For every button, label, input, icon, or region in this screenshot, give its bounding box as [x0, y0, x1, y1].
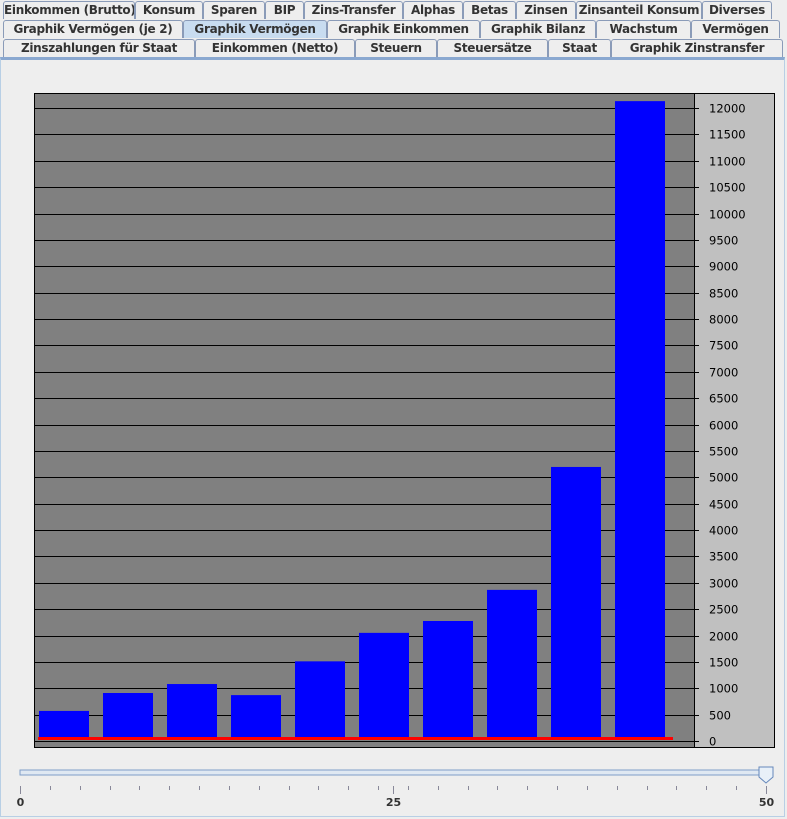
- slider-label: 50: [759, 796, 775, 809]
- bar: [359, 632, 409, 738]
- y-tick-label: 9500: [709, 234, 738, 248]
- bar: [231, 695, 281, 738]
- bar: [487, 589, 537, 738]
- y-tick-label: 7000: [709, 366, 738, 380]
- y-tick-label: 6500: [709, 392, 738, 406]
- y-tick-label: 2000: [709, 630, 738, 644]
- y-tick-label: 11500: [709, 128, 746, 142]
- y-tick-label: 3500: [709, 550, 738, 564]
- y-tick-label: 8000: [709, 313, 738, 327]
- bar: [615, 101, 665, 738]
- slider-label: 0: [17, 796, 25, 809]
- baseline-line: [38, 737, 673, 740]
- slider-track[interactable]: [19, 769, 767, 776]
- y-tick-label: 12000: [709, 102, 746, 116]
- y-tick-label: 4500: [709, 498, 738, 512]
- y-tick-label: 1000: [709, 682, 738, 696]
- slider-thumb[interactable]: [758, 766, 774, 784]
- bar: [423, 620, 473, 738]
- y-tick-label: 5500: [709, 445, 738, 459]
- bar: [167, 684, 217, 738]
- y-tick-label: 4000: [709, 524, 738, 538]
- y-tick-label: 5000: [709, 471, 738, 485]
- slider-label: 25: [386, 796, 401, 809]
- y-tick-label: 10000: [709, 208, 746, 222]
- bar: [103, 692, 153, 738]
- y-tick-label: 3000: [709, 577, 738, 591]
- bar: [551, 466, 601, 738]
- y-tick-label: 10500: [709, 181, 746, 195]
- y-tick-label: 0: [709, 735, 716, 749]
- y-tick-label: 9000: [709, 260, 738, 274]
- bar: [39, 710, 89, 738]
- y-tick-label: 11000: [709, 155, 746, 169]
- y-tick-label: 6000: [709, 419, 738, 433]
- y-tick-label: 1500: [709, 656, 738, 670]
- y-tick-label: 7500: [709, 339, 738, 353]
- y-tick-label: 500: [709, 709, 731, 723]
- y-tick-label: 8500: [709, 287, 738, 301]
- bar: [295, 661, 345, 738]
- y-tick-label: 2500: [709, 603, 738, 617]
- bar-chart: 0500100015002000250030003500400045005000…: [17, 93, 775, 809]
- slider[interactable]: [19, 766, 774, 784]
